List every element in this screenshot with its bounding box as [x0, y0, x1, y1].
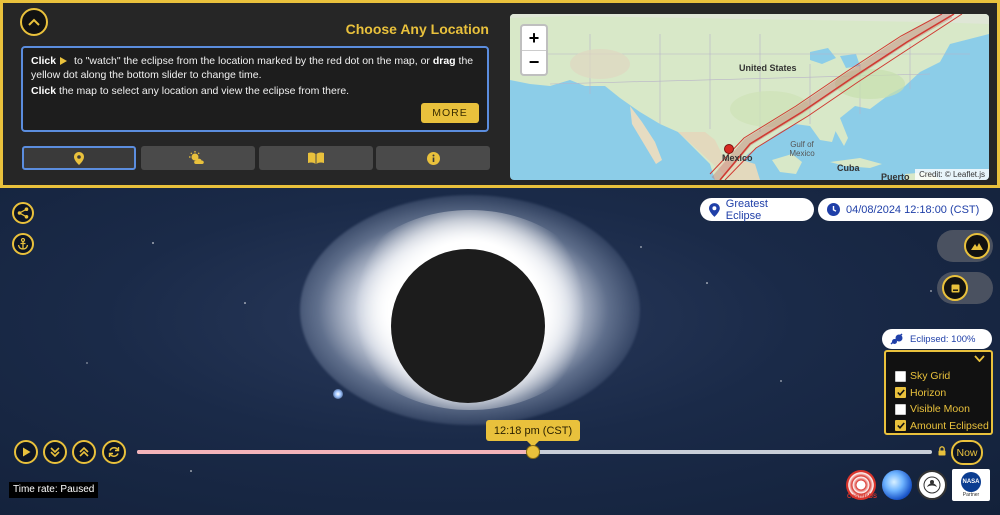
location-map[interactable]: United States Mexico Gulf of Mexico Cuba… — [510, 14, 989, 180]
checkmark-icon — [896, 389, 905, 397]
play-button[interactable] — [14, 440, 38, 464]
eclipse-icon — [890, 333, 903, 345]
book-icon — [308, 152, 324, 164]
map-label-united-states: United States — [739, 63, 797, 73]
screen-icon — [951, 284, 959, 292]
map-label-puerto: Puerto — [881, 172, 910, 180]
horizon-toggle[interactable] — [937, 230, 993, 262]
map-label-mexico: Mexico — [722, 153, 753, 163]
nasa-partner-text: Partner — [962, 492, 980, 498]
click-keyword: Click — [31, 85, 57, 97]
instructions-box: Click to "watch" the eclipse from the lo… — [21, 46, 489, 132]
tab-guide[interactable] — [259, 146, 373, 170]
mountain-icon — [971, 243, 983, 250]
time-slider-thumb[interactable] — [526, 445, 540, 459]
earth-logo[interactable] — [882, 470, 912, 500]
instruction-text: to "watch" the eclipse from the location… — [71, 55, 433, 67]
weather-icon — [189, 151, 204, 164]
datetime-button[interactable]: 04/08/2024 12:18:00 (CST) — [818, 198, 993, 221]
double-chevron-down-icon — [50, 447, 60, 457]
star — [706, 282, 708, 284]
clock-icon — [827, 203, 840, 216]
horizon-checkbox[interactable] — [895, 387, 906, 399]
star — [86, 362, 88, 364]
option-label: Sky Grid — [910, 370, 951, 383]
sky-grid-checkbox[interactable] — [895, 370, 906, 382]
option-label: Horizon — [910, 386, 947, 399]
option-visible-moon[interactable]: Visible Moon — [895, 401, 991, 418]
tab-info[interactable] — [376, 146, 490, 170]
refresh-icon — [108, 447, 120, 457]
option-label: Amount Eclipsed — [910, 419, 989, 432]
play-glyph-icon — [60, 57, 68, 65]
time-slider-progress — [137, 450, 527, 454]
tab-weather[interactable] — [141, 146, 255, 170]
amount-eclipsed-checkbox[interactable] — [895, 420, 906, 432]
map-label-gulf-of-mexico: Gulf of Mexico — [789, 140, 815, 158]
eclipsed-percent-badge: Eclipsed: 100% — [882, 329, 992, 349]
panel-title: Choose Any Location — [345, 21, 489, 37]
zoom-out-button[interactable]: − — [522, 50, 546, 74]
instruction-text: the map to select any location and view … — [56, 85, 350, 97]
star — [930, 290, 932, 292]
zoom-in-button[interactable]: + — [522, 26, 546, 50]
option-label: Visible Moon — [910, 403, 970, 416]
greatest-eclipse-button[interactable]: Greatest Eclipse — [700, 197, 814, 222]
view-mode-toggle[interactable] — [937, 272, 993, 304]
chevron-up-icon — [28, 18, 40, 26]
toggle-knob — [942, 275, 968, 301]
instruction-line-2: Click the map to select any location and… — [31, 84, 479, 98]
chevron-down-icon[interactable] — [974, 355, 985, 362]
star — [244, 302, 246, 304]
moon-disk — [391, 249, 545, 403]
option-sky-grid[interactable]: Sky Grid — [895, 368, 991, 385]
option-amount-eclipsed[interactable]: Amount Eclipsed — [895, 418, 991, 435]
map-label-cuba: Cuba — [837, 163, 860, 173]
display-options-panel: Sky Grid Horizon Visible Moon Amount Ecl… — [884, 350, 993, 435]
now-button[interactable]: Now — [951, 440, 983, 465]
double-chevron-up-icon — [79, 447, 89, 457]
greatest-eclipse-label: Greatest Eclipse — [725, 197, 768, 222]
reset-button[interactable] — [102, 440, 126, 464]
time-rate-status: Time rate: Paused — [9, 482, 99, 498]
location-pin-icon — [74, 151, 84, 165]
option-horizon[interactable]: Horizon — [895, 385, 991, 402]
cosmicds-logo-text: CosmicDS — [846, 494, 877, 500]
location-panel: Choose Any Location Click to "watch" the… — [0, 0, 1000, 188]
star — [190, 470, 192, 472]
toggle-knob — [964, 233, 990, 259]
star — [780, 380, 782, 382]
seal-emblem-icon — [923, 476, 941, 494]
time-tooltip: 12:18 pm (CST) — [486, 420, 580, 447]
drag-keyword: drag — [432, 55, 456, 67]
click-keyword: Click — [31, 55, 57, 67]
collapse-panel-button[interactable] — [20, 8, 48, 36]
speed-up-button[interactable] — [72, 440, 96, 464]
star — [640, 246, 642, 248]
datetime-label: 04/08/2024 12:18:00 (CST) — [846, 203, 980, 216]
instruction-line-1: Click to "watch" the eclipse from the lo… — [31, 54, 479, 82]
star — [152, 242, 154, 244]
map-zoom-control: + − — [520, 24, 548, 76]
info-icon — [426, 151, 440, 165]
bright-star — [333, 389, 343, 399]
nasa-partner-logo[interactable]: NASA Partner — [952, 469, 990, 501]
eclipsed-label: Eclipsed: 100% — [910, 333, 976, 345]
anchor-icon — [17, 238, 29, 250]
slow-down-button[interactable] — [43, 440, 67, 464]
seal-logo[interactable] — [917, 470, 947, 500]
video-guide-button[interactable] — [12, 233, 34, 255]
location-pin-icon — [709, 202, 720, 217]
map-credit[interactable]: Credit: © Leaflet.js — [915, 169, 989, 180]
more-button[interactable]: MORE — [421, 103, 479, 123]
lock-icon[interactable] — [938, 446, 946, 456]
share-button[interactable] — [12, 202, 34, 224]
tab-location[interactable] — [22, 146, 136, 170]
play-icon — [22, 447, 30, 457]
share-icon — [17, 207, 29, 219]
checkmark-icon — [896, 422, 905, 430]
nasa-meatball: NASA — [961, 472, 981, 492]
visible-moon-checkbox[interactable] — [895, 403, 906, 415]
